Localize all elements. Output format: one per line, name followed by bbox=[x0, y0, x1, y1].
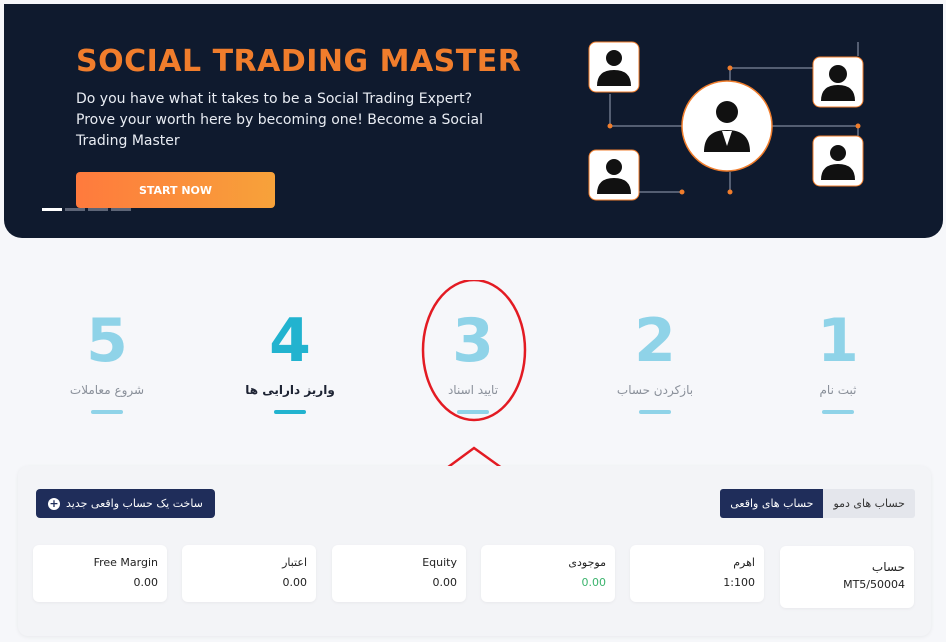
step-start-trading: 5 شروع معاملات bbox=[32, 305, 182, 414]
account-card[interactable]: حساب MT5/50004 bbox=[780, 546, 914, 608]
step-number: 2 bbox=[634, 306, 676, 376]
carousel-indicators bbox=[42, 208, 131, 211]
step-deposit: 4 واریز دارایی ها bbox=[215, 305, 365, 414]
tab-real-accounts[interactable]: حساب های واقعی bbox=[720, 489, 824, 518]
tab-demo-accounts[interactable]: حساب های دمو bbox=[823, 489, 915, 518]
step-indicator bbox=[639, 410, 671, 414]
create-real-account-button[interactable]: + ساخت یک حساب واقعی جدید bbox=[36, 489, 215, 518]
step-indicator bbox=[822, 410, 854, 414]
account-value: MT5/50004 bbox=[843, 578, 905, 591]
carousel-dot[interactable] bbox=[88, 208, 108, 211]
step-number: 5 bbox=[86, 306, 128, 376]
create-button-label: ساخت یک حساب واقعی جدید bbox=[66, 497, 203, 510]
banner-title: SOCIAL TRADING MASTER bbox=[76, 44, 522, 79]
free-margin-card: Free Margin 0.00 bbox=[33, 545, 167, 602]
step-label: شروع معاملات bbox=[69, 383, 145, 397]
step-label: تایید اسناد bbox=[447, 383, 499, 397]
equity-value: 0.00 bbox=[432, 576, 458, 589]
credit-label: اعتبار bbox=[282, 556, 307, 569]
start-now-button[interactable]: START NOW bbox=[76, 172, 275, 208]
step-verify-documents: 3 تایید اسناد bbox=[398, 305, 548, 414]
step-number: 4 bbox=[269, 306, 311, 376]
step-open-account: 2 بازکردن حساب bbox=[580, 305, 730, 414]
leverage-card: اهرم 1:100 bbox=[630, 545, 764, 602]
step-label: واریز دارایی ها bbox=[245, 383, 335, 397]
account-type-tabs: حساب های دمو حساب های واقعی bbox=[720, 489, 915, 518]
step-indicator bbox=[457, 410, 489, 414]
leverage-value: 1:100 bbox=[723, 576, 755, 589]
free-margin-value: 0.00 bbox=[133, 576, 159, 589]
carousel-dot[interactable] bbox=[42, 208, 62, 211]
balance-card: موجودی 0.00 bbox=[481, 545, 615, 602]
step-indicator bbox=[91, 410, 123, 414]
plus-icon: + bbox=[48, 496, 60, 510]
balance-value: 0.00 bbox=[581, 576, 607, 589]
equity-card: Equity 0.00 bbox=[332, 545, 466, 602]
step-indicator bbox=[274, 410, 306, 414]
step-register: 1 ثبت نام bbox=[763, 305, 913, 414]
social-network-illustration bbox=[588, 41, 864, 201]
step-label: ثبت نام bbox=[819, 383, 857, 397]
equity-label: Equity bbox=[422, 556, 457, 569]
accounts-panel: حساب های دمو حساب های واقعی + ساخت یک حس… bbox=[18, 466, 931, 636]
leverage-label: اهرم bbox=[733, 556, 755, 569]
credit-value: 0.00 bbox=[282, 576, 308, 589]
account-label: حساب bbox=[871, 560, 905, 574]
page: SOCIAL TRADING MASTER Do you have what i… bbox=[0, 0, 946, 642]
carousel-dot[interactable] bbox=[65, 208, 85, 211]
promo-banner: SOCIAL TRADING MASTER Do you have what i… bbox=[4, 4, 943, 238]
step-number: 1 bbox=[817, 306, 859, 376]
banner-description: Do you have what it takes to be a Social… bbox=[76, 91, 484, 149]
credit-card: اعتبار 0.00 bbox=[182, 545, 316, 602]
step-number: 3 bbox=[452, 306, 494, 376]
carousel-dot[interactable] bbox=[111, 208, 131, 211]
free-margin-label: Free Margin bbox=[93, 556, 158, 569]
balance-label: موجودی bbox=[568, 556, 606, 569]
step-label: بازکردن حساب bbox=[616, 383, 694, 397]
